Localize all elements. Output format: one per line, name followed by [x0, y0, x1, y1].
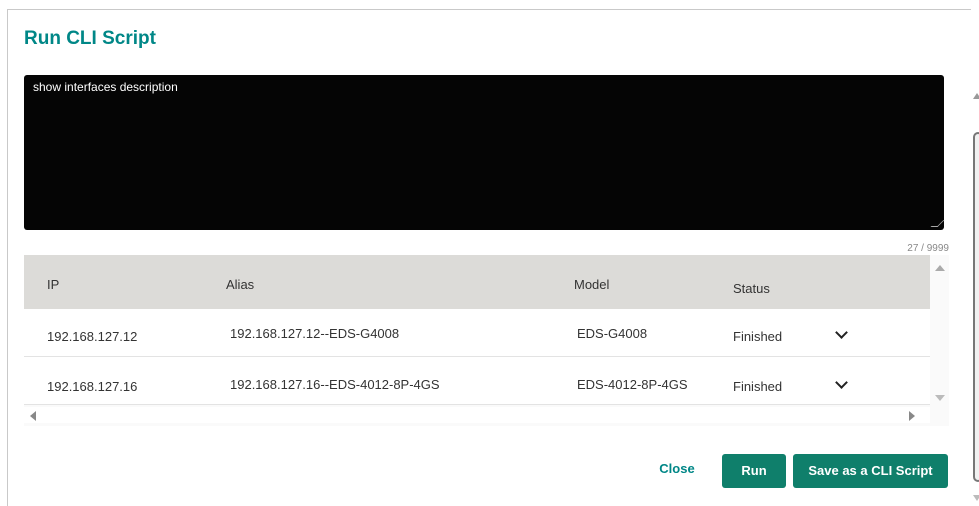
- close-button[interactable]: Close: [652, 453, 702, 485]
- scroll-up-arrow-icon[interactable]: [935, 265, 945, 271]
- resize-grip-icon[interactable]: [930, 220, 945, 227]
- ip-cell: 192.168.127.16: [47, 379, 138, 394]
- run-cli-script-dialog: Run CLI Script show interfaces descripti…: [7, 9, 979, 506]
- status-cell: Finished: [733, 329, 783, 344]
- run-button[interactable]: Run: [722, 454, 786, 488]
- table-row[interactable]: 192.168.127.16 192.168.127.16--EDS-4012-…: [24, 357, 930, 405]
- dialog-scrollbar[interactable]: [969, 85, 979, 505]
- scroll-right-arrow-icon[interactable]: [909, 411, 915, 421]
- device-table: IP Alias Model Status 192.168.127.12 192…: [24, 255, 949, 426]
- column-header-alias[interactable]: Alias: [226, 277, 254, 292]
- chevron-down-icon[interactable]: [835, 376, 848, 389]
- column-header-ip[interactable]: IP: [47, 277, 59, 292]
- model-cell: EDS-4012-8P-4GS: [577, 377, 688, 392]
- scrollbar-thumb[interactable]: [973, 132, 979, 482]
- script-editor-text[interactable]: show interfaces description: [33, 80, 178, 94]
- ip-cell: 192.168.127.12: [47, 329, 138, 344]
- status-cell: Finished: [733, 379, 783, 394]
- column-header-model[interactable]: Model: [574, 277, 609, 292]
- save-as-cli-script-button[interactable]: Save as a CLI Script: [793, 454, 948, 488]
- alias-cell: 192.168.127.12--EDS-G4008: [230, 326, 400, 341]
- dialog-title: Run CLI Script: [24, 28, 156, 49]
- alias-cell: 192.168.127.16--EDS-4012-8P-4GS: [230, 377, 440, 392]
- column-header-status[interactable]: Status: [733, 281, 770, 296]
- scroll-left-arrow-icon[interactable]: [30, 411, 36, 421]
- script-editor[interactable]: show interfaces description: [24, 75, 945, 230]
- scroll-down-arrow-icon[interactable]: [935, 395, 945, 401]
- scroll-up-arrow-icon[interactable]: [973, 93, 979, 99]
- scroll-down-arrow-icon[interactable]: [973, 495, 979, 501]
- table-header: IP Alias Model Status: [24, 255, 930, 309]
- character-counter: 27 / 9999: [907, 243, 949, 254]
- table-row[interactable]: 192.168.127.12 192.168.127.12--EDS-G4008…: [24, 309, 930, 357]
- model-cell: EDS-G4008: [577, 326, 648, 341]
- horizontal-scrollbar[interactable]: [24, 407, 930, 423]
- chevron-down-icon[interactable]: [835, 326, 848, 339]
